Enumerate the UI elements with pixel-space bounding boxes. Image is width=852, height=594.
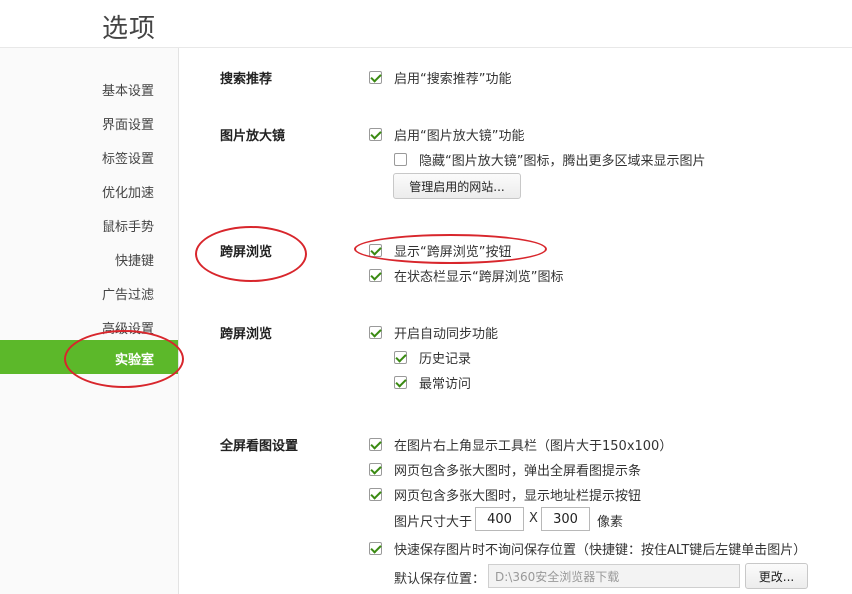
fullscreen-toolbar-option[interactable]: 在图片右上角显示工具栏（图片大于150x100） <box>369 435 672 454</box>
quick-save-option[interactable]: 快速保存图片时不询问保存位置（快捷键：按住ALT键后左键单击图片） <box>369 539 806 558</box>
save-path-input[interactable]: D:\360安全浏览器下载 <box>488 564 740 588</box>
image-width-input[interactable]: 400 <box>475 507 524 531</box>
fullscreen-toolbar-label: 在图片右上角显示工具栏（图片大于150x100） <box>394 439 673 454</box>
search-recommend-label: 启用“搜索推荐”功能 <box>394 72 512 87</box>
sync-frequent-label: 最常访问 <box>419 377 472 392</box>
sidebar-item-interface[interactable]: 界面设置 <box>102 114 154 133</box>
magnifier-enable-label: 启用“图片放大镜”功能 <box>394 129 525 144</box>
fullscreen-popup-label: 网页包含多张大图时，弹出全屏看图提示条 <box>394 464 642 479</box>
cross-screen-button-label: 显示“跨屏浏览”按钮 <box>394 245 512 260</box>
save-location-label: 默认保存位置： <box>394 572 486 587</box>
section-title-sync: 跨屏浏览 <box>220 327 273 342</box>
sidebar-item-tabs[interactable]: 标签设置 <box>102 148 154 167</box>
auto-sync-option[interactable]: 开启自动同步功能 <box>369 323 498 342</box>
fullscreen-toolbar-checkbox[interactable] <box>369 438 382 451</box>
auto-sync-checkbox[interactable] <box>369 326 382 339</box>
sync-frequent-option[interactable]: 最常访问 <box>394 373 471 392</box>
size-separator: X <box>529 511 538 526</box>
sidebar-item-adblock[interactable]: 广告过滤 <box>102 284 154 303</box>
cross-screen-status-option[interactable]: 在状态栏显示“跨屏浏览”图标 <box>369 266 563 285</box>
sidebar-item-mouse-gesture[interactable]: 鼠标手势 <box>102 216 154 235</box>
sidebar-item-optimize[interactable]: 优化加速 <box>102 182 154 201</box>
fullscreen-address-button-option[interactable]: 网页包含多张大图时，显示地址栏提示按钮 <box>369 485 641 504</box>
sync-history-checkbox[interactable] <box>394 351 407 364</box>
magnifier-hide-icon-option[interactable]: 隐藏“图片放大镜”图标，腾出更多区域来显示图片 <box>394 150 705 169</box>
cross-screen-status-checkbox[interactable] <box>369 269 382 282</box>
fullscreen-popup-checkbox[interactable] <box>369 463 382 476</box>
sidebar-item-advanced[interactable]: 高级设置 <box>102 318 154 337</box>
sidebar-item-lab-label: 实验室 <box>114 353 154 368</box>
image-height-input[interactable]: 300 <box>541 507 590 531</box>
fullscreen-address-button-checkbox[interactable] <box>369 488 382 501</box>
section-title-search: 搜索推荐 <box>220 72 273 87</box>
section-title-fullscreen: 全屏看图设置 <box>220 439 299 454</box>
magnifier-hide-icon-label: 隐藏“图片放大镜”图标，腾出更多区域来显示图片 <box>419 154 706 169</box>
search-recommend-checkbox[interactable] <box>369 71 382 84</box>
magnifier-enable-checkbox[interactable] <box>369 128 382 141</box>
sync-history-option[interactable]: 历史记录 <box>394 348 471 367</box>
auto-sync-label: 开启自动同步功能 <box>394 327 499 342</box>
image-size-label: 图片尺寸大于 <box>394 515 473 530</box>
magnifier-hide-icon-checkbox[interactable] <box>394 153 407 166</box>
manage-sites-button[interactable]: 管理启用的网站... <box>393 173 521 199</box>
cross-screen-status-label: 在状态栏显示“跨屏浏览”图标 <box>394 270 564 285</box>
magnifier-enable-option[interactable]: 启用“图片放大镜”功能 <box>369 125 524 144</box>
sync-history-label: 历史记录 <box>419 352 472 367</box>
quick-save-checkbox[interactable] <box>369 542 382 555</box>
sync-frequent-checkbox[interactable] <box>394 376 407 389</box>
cross-screen-button-checkbox[interactable] <box>369 244 382 257</box>
search-recommend-option[interactable]: 启用“搜索推荐”功能 <box>369 68 511 87</box>
section-title-magnifier: 图片放大镜 <box>220 129 286 144</box>
size-unit-label: 像素 <box>597 515 624 530</box>
page-title: 选项 <box>102 14 157 44</box>
section-title-cross-screen: 跨屏浏览 <box>220 245 273 260</box>
sidebar-item-lab[interactable]: 实验室 <box>0 340 178 374</box>
fullscreen-address-button-label: 网页包含多张大图时，显示地址栏提示按钮 <box>394 489 642 504</box>
sidebar: 基本设置 界面设置 标签设置 优化加速 鼠标手势 快捷键 广告过滤 高级设置 实… <box>0 48 179 594</box>
quick-save-label: 快速保存图片时不询问保存位置（快捷键：按住ALT键后左键单击图片） <box>394 543 807 558</box>
sidebar-item-basic[interactable]: 基本设置 <box>102 80 154 99</box>
fullscreen-popup-option[interactable]: 网页包含多张大图时，弹出全屏看图提示条 <box>369 460 641 479</box>
cross-screen-button-option[interactable]: 显示“跨屏浏览”按钮 <box>369 241 511 260</box>
sidebar-item-shortcuts[interactable]: 快捷键 <box>115 250 154 269</box>
change-path-button[interactable]: 更改... <box>745 563 808 589</box>
